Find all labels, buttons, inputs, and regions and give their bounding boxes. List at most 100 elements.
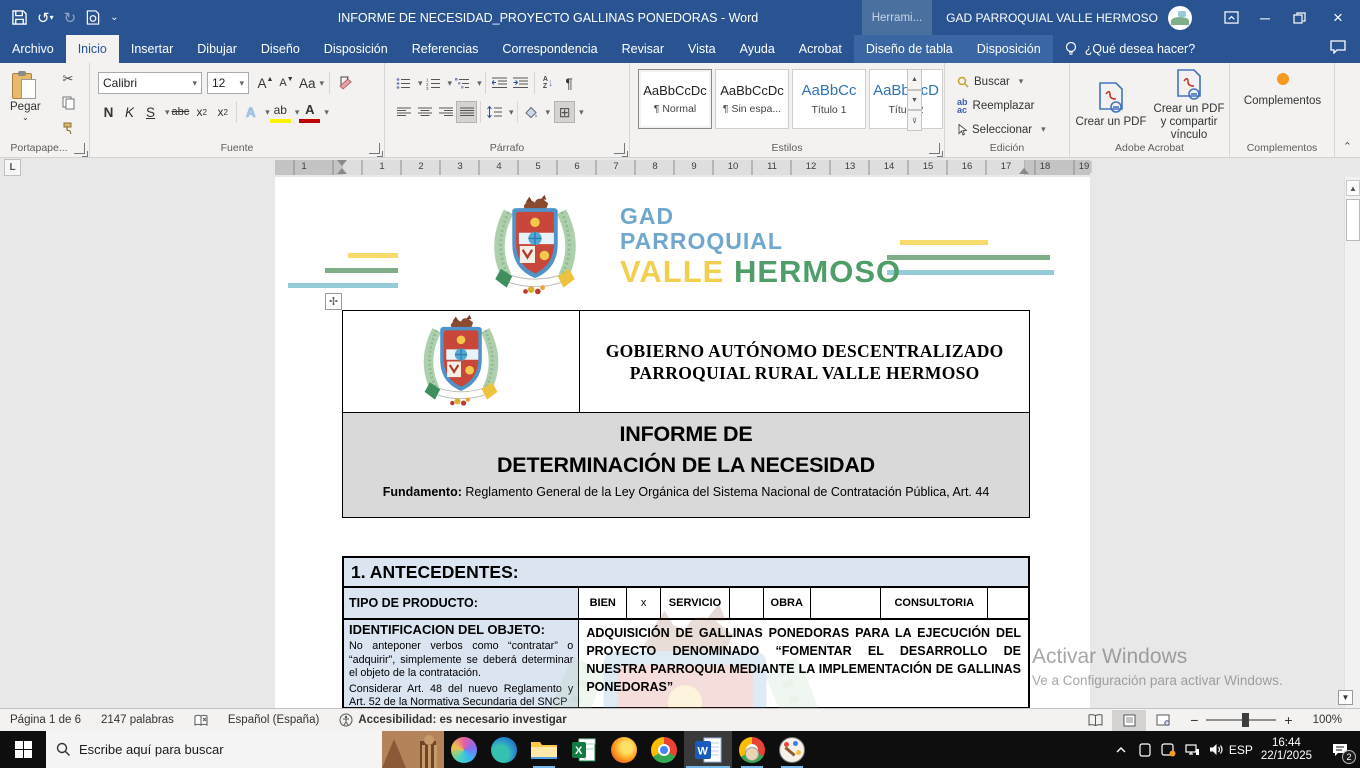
tray-tablet-icon[interactable] — [1133, 731, 1157, 768]
document-canvas[interactable]: GAD PARROQUIAL VALLE HERMOSO ✢ GOBIERNO … — [0, 177, 1360, 708]
taskbar-copilot-icon[interactable] — [444, 731, 484, 768]
tab-disposicion-tabla[interactable]: Disposición — [965, 35, 1053, 63]
comments-icon[interactable] — [1330, 40, 1346, 54]
style-titulo-2[interactable]: AaBbCcDTítulo 2 — [869, 69, 943, 129]
start-button[interactable] — [0, 731, 46, 768]
align-right-button[interactable] — [435, 101, 456, 123]
addins-button[interactable]: Complementos — [1230, 73, 1335, 107]
tab-diseno-de-tabla[interactable]: Diseño de tabla — [854, 35, 965, 63]
zoom-in-button[interactable]: + — [1284, 712, 1302, 728]
web-layout-button[interactable] — [1146, 710, 1180, 731]
format-painter-icon[interactable] — [58, 117, 78, 137]
tab-disposicion[interactable]: Disposición — [312, 35, 400, 63]
style-normal[interactable]: AaBbCcDc¶ Normal — [638, 69, 712, 129]
account-avatar[interactable] — [1168, 6, 1192, 30]
print-layout-button[interactable] — [1112, 710, 1146, 731]
account-name[interactable]: GAD PARROQUIAL VALLE HERMOSO — [946, 11, 1158, 25]
identificacion-value-cell[interactable]: ADQUISICIÓN DE GALLINAS PONEDORAS PARA L… — [579, 620, 1028, 707]
tray-network-icon[interactable] — [1181, 731, 1205, 768]
org-header-table[interactable]: GOBIERNO AUTÓNOMO DESCENTRALIZADO PARROQ… — [342, 310, 1030, 413]
taskbar-edge-icon[interactable] — [484, 731, 524, 768]
superscript-button[interactable]: x2 — [212, 101, 233, 123]
tell-me-box[interactable]: ¿Qué desea hacer? — [1053, 35, 1208, 63]
borders-button[interactable]: ⊞ — [554, 101, 575, 123]
print-preview-icon[interactable] — [86, 10, 100, 25]
justify-button[interactable] — [456, 101, 477, 123]
italic-button[interactable]: K — [119, 101, 140, 123]
shrink-font-button[interactable]: A▼ — [276, 72, 297, 94]
undo-button[interactable]: ↺▾ — [37, 9, 54, 27]
sort-button[interactable]: AZ↓ — [538, 72, 559, 94]
tab-insertar[interactable]: Insertar — [119, 35, 185, 63]
tray-chevron-icon[interactable] — [1109, 731, 1133, 768]
minimize-button[interactable]: ─ — [1248, 0, 1282, 35]
styles-scroll-down[interactable]: ▼ — [907, 90, 922, 111]
font-name-combo[interactable]: Calibri▾ — [98, 72, 202, 94]
zoom-out-button[interactable]: − — [1180, 712, 1198, 728]
strikethrough-button[interactable]: abc — [170, 101, 192, 123]
replace-button[interactable]: abacReemplazar — [957, 95, 1046, 116]
scrollbar-thumb[interactable] — [1346, 199, 1360, 241]
highlight-color-button[interactable]: ab — [270, 101, 291, 123]
font-size-combo[interactable]: 12▾ — [207, 72, 249, 94]
tray-language-indicator[interactable]: ESP — [1229, 731, 1253, 768]
page-indicator[interactable]: Página 1 de 6 — [0, 714, 91, 726]
accessibility-status[interactable]: Accesibilidad: es necesario investigar — [329, 713, 576, 727]
clipboard-dialog-launcher[interactable] — [74, 143, 85, 154]
option-consultoria-checkbox[interactable] — [988, 588, 1028, 618]
style-sin-espaciado[interactable]: AaBbCcDc¶ Sin espa... — [715, 69, 789, 129]
tray-clock[interactable]: 16:44 22/1/2025 — [1253, 737, 1320, 763]
taskbar-firefox-icon[interactable] — [604, 731, 644, 768]
option-consultoria[interactable]: CONSULTORIA — [881, 588, 988, 618]
decrease-indent-button[interactable] — [489, 72, 510, 94]
font-color-button[interactable]: A — [299, 101, 320, 123]
zoom-slider-thumb[interactable] — [1242, 713, 1249, 727]
close-button[interactable]: × — [1316, 0, 1360, 35]
section-antecedentes[interactable]: 1. ANTECEDENTES: — [342, 556, 1030, 588]
tab-revisar[interactable]: Revisar — [610, 35, 676, 63]
styles-gallery-expand[interactable]: ⊽ — [907, 110, 922, 131]
tray-volume-icon[interactable] — [1205, 731, 1229, 768]
identificacion-row[interactable]: IDENTIFICACION DEL OBJETO: No anteponer … — [342, 620, 1030, 708]
tab-stop-selector[interactable]: L — [4, 159, 21, 176]
numbering-button[interactable]: 123 — [423, 72, 444, 94]
find-button[interactable]: Buscar▾ — [957, 71, 1046, 92]
shading-button[interactable] — [521, 101, 542, 123]
bold-button[interactable]: N — [98, 101, 119, 123]
create-pdf-button[interactable]: Crear un PDF — [1072, 82, 1150, 129]
tab-referencias[interactable]: Referencias — [400, 35, 491, 63]
cut-icon[interactable]: ✂ — [58, 69, 78, 89]
styles-dialog-launcher[interactable] — [929, 143, 940, 154]
create-pdf-share-button[interactable]: Crear un PDF y compartir vínculo — [1150, 69, 1228, 142]
document-page[interactable]: GAD PARROQUIAL VALLE HERMOSO ✢ GOBIERNO … — [275, 177, 1090, 708]
select-button[interactable]: Seleccionar▾ — [957, 119, 1046, 140]
scroll-up-button[interactable]: ▲ — [1346, 180, 1360, 196]
save-icon[interactable] — [12, 10, 27, 25]
taskbar-file-explorer-icon[interactable] — [524, 731, 564, 768]
search-highlight-image[interactable] — [382, 731, 444, 768]
clear-formatting-button[interactable] — [333, 72, 354, 94]
hanging-indent-marker[interactable] — [337, 168, 347, 174]
paragraph-dialog-launcher[interactable] — [614, 143, 625, 154]
change-case-button[interactable]: Aa▾ — [297, 72, 326, 94]
tab-acrobat[interactable]: Acrobat — [787, 35, 854, 63]
show-marks-button[interactable]: ¶ — [559, 72, 580, 94]
right-indent-marker[interactable] — [1019, 168, 1029, 174]
notification-center-button[interactable]: 2 — [1320, 731, 1360, 768]
zoom-level[interactable]: 100% — [1303, 714, 1360, 726]
align-center-button[interactable] — [414, 101, 435, 123]
taskbar-search[interactable]: Escribe aquí para buscar — [46, 731, 444, 768]
tab-archivo[interactable]: Archivo — [0, 35, 66, 63]
taskbar-excel-icon[interactable]: X — [564, 731, 604, 768]
tab-inicio[interactable]: Inicio — [66, 35, 119, 63]
grow-font-button[interactable]: A▲ — [255, 72, 276, 94]
proofing-icon[interactable] — [184, 714, 218, 727]
taskbar-chrome-icon[interactable] — [644, 731, 684, 768]
org-crest-cell[interactable] — [343, 311, 580, 412]
font-dialog-launcher[interactable] — [369, 143, 380, 154]
tab-vista[interactable]: Vista — [676, 35, 728, 63]
tab-dibujar[interactable]: Dibujar — [185, 35, 249, 63]
report-title-block[interactable]: INFORME DE DETERMINACIÓN DE LA NECESIDAD… — [342, 413, 1030, 518]
ribbon-display-options-icon[interactable] — [1214, 0, 1248, 35]
org-name-cell[interactable]: GOBIERNO AUTÓNOMO DESCENTRALIZADO PARROQ… — [580, 311, 1029, 412]
